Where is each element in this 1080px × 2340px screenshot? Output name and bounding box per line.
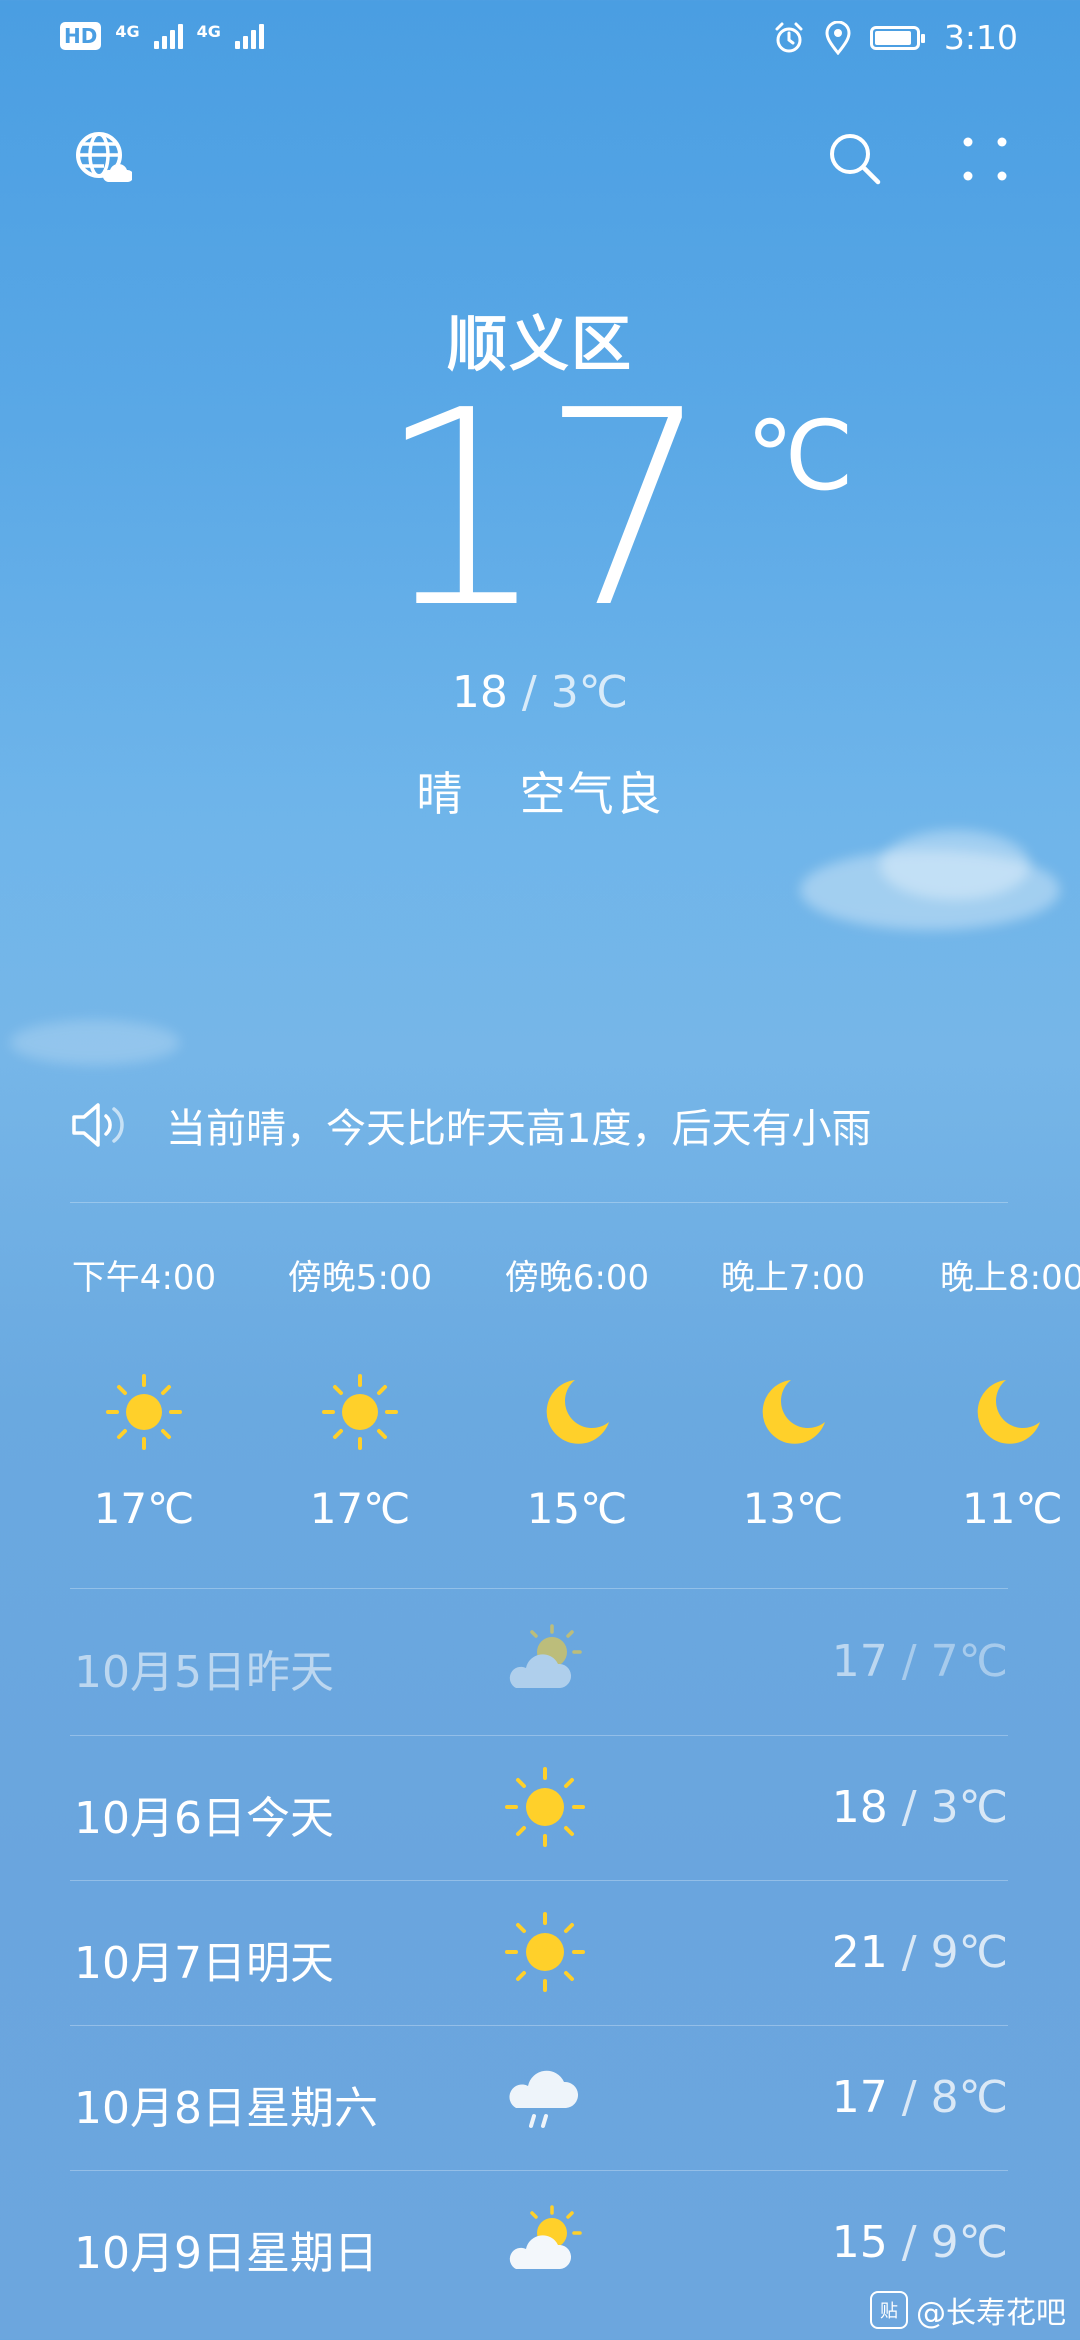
daily-temps: 18 / 3℃	[831, 1782, 1008, 1833]
hourly-time: 下午4:00	[71, 1258, 217, 1298]
moon-icon	[977, 1380, 1040, 1444]
signal-bars-icon	[234, 23, 264, 49]
speaker-icon[interactable]	[70, 1100, 132, 1150]
daily-date: 10月6日今天	[74, 1793, 334, 1844]
hourly-time: 晚上7:00	[720, 1258, 866, 1298]
divider	[70, 1202, 1008, 1203]
current-temperature: 17 ℃	[376, 352, 854, 667]
daily-temps: 17 / 8℃	[831, 2072, 1008, 2123]
location-pin-icon	[825, 20, 851, 55]
hourly-temp: 13℃	[742, 1484, 844, 1533]
light-rain-icon	[509, 2070, 579, 2128]
signal-bars-icon	[153, 23, 183, 49]
hourly-time: 傍晚5:00	[287, 1258, 433, 1298]
moon-icon	[762, 1380, 825, 1444]
city-management-icon[interactable]	[74, 130, 132, 188]
daily-date: 10月8日星期六	[74, 2083, 378, 2134]
today-high: 18	[451, 667, 508, 718]
daily-row[interactable]: 10月6日今天 18 / 3℃	[70, 1736, 1008, 1881]
status-time: 3:10	[943, 18, 1018, 57]
daily-temps: 17 / 7℃	[831, 1636, 1008, 1687]
daily-row[interactable]: 10月9日星期日 15 / 9℃	[70, 2171, 1008, 2316]
hourly-temp: 17℃	[309, 1484, 411, 1533]
status-bar: HD 4G 4G 3:10	[0, 0, 1080, 74]
sim2-network-label: 4G	[196, 22, 221, 41]
alarm-icon	[775, 22, 803, 52]
sim1-network-label: 4G	[115, 22, 140, 41]
hd-badge: HD	[60, 22, 102, 50]
today-high-low: 18 / 3℃	[0, 667, 1080, 718]
daily-date: 10月5日昨天	[74, 1647, 334, 1698]
watermark: 贴 @长寿花吧	[870, 2288, 1066, 2332]
sun-icon	[505, 1767, 585, 1847]
status-right: 3:10	[772, 18, 1018, 57]
watermark-text: @长寿花吧	[916, 2296, 1066, 2331]
search-icon[interactable]	[826, 130, 884, 188]
hourly-forecast[interactable]: 下午4:00 17℃ 傍晚5:00 17℃ 傍晚6:00 15℃ 晚上7:00	[0, 1250, 1080, 1550]
hourly-temp: 17℃	[93, 1484, 195, 1533]
air-quality[interactable]: 空气良	[520, 767, 664, 821]
today-low: 3℃	[550, 667, 629, 718]
weather-condition: 晴	[416, 767, 465, 821]
daily-date: 10月9日星期日	[74, 2228, 378, 2279]
sun-icon	[505, 1912, 585, 1992]
hourly-time: 傍晚6:00	[504, 1258, 650, 1298]
hourly-time: 晚上8:00	[940, 1258, 1080, 1298]
divider	[70, 1588, 1008, 1589]
today-separator: /	[507, 667, 551, 718]
sun-icon	[106, 1374, 182, 1450]
status-left: HD 4G 4G	[60, 22, 264, 50]
more-options-icon[interactable]	[960, 134, 1010, 184]
hourly-temp: 15℃	[526, 1484, 628, 1533]
moon-icon	[546, 1380, 609, 1444]
weather-brief[interactable]: 当前晴，今天比昨天高1度，后天有小雨	[70, 1096, 871, 1154]
daily-date: 10月7日明天	[74, 1938, 334, 1989]
daily-temps: 21 / 9℃	[831, 1927, 1008, 1978]
sun-icon	[322, 1374, 398, 1450]
cloud-decoration	[10, 1020, 180, 1065]
daily-temps: 15 / 9℃	[831, 2217, 1008, 2268]
daily-row[interactable]: 10月7日明天 21 / 9℃	[70, 1881, 1008, 2026]
daily-row[interactable]: 10月5日昨天 17 / 7℃	[70, 1590, 1008, 1735]
partly-cloudy-icon	[509, 1624, 582, 1688]
daily-row[interactable]: 10月8日星期六 17 / 8℃	[70, 2026, 1008, 2171]
tieba-badge-icon: 贴	[870, 2291, 908, 2329]
current-temperature-block: 17 ℃	[0, 352, 1080, 667]
condition-line: 晴 空气良	[0, 758, 1080, 824]
battery-icon	[869, 25, 925, 50]
hourly-temp: 11℃	[962, 1484, 1063, 1533]
partly-cloudy-icon	[509, 2205, 582, 2269]
cloud-decoration	[880, 830, 1030, 900]
temperature-unit: ℃	[745, 400, 854, 512]
weather-brief-text: 当前晴，今天比昨天高1度，后天有小雨	[166, 1106, 872, 1152]
